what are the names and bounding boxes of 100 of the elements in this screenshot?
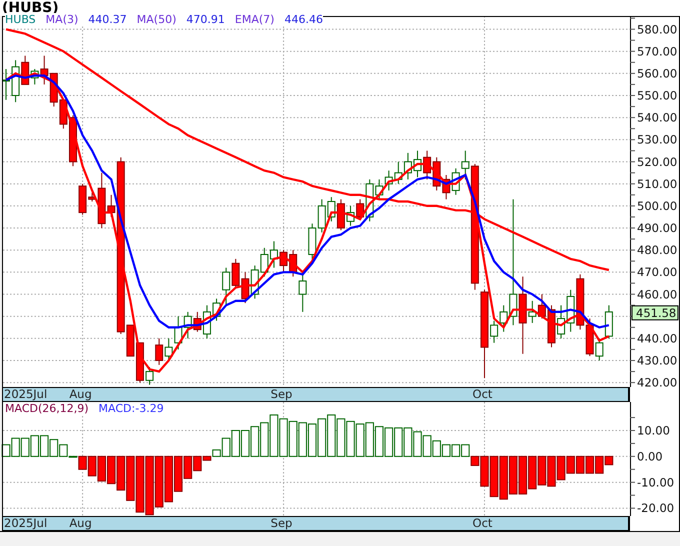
histogram-bar	[384, 427, 394, 457]
histogram-bar	[40, 435, 49, 457]
candlestick	[318, 198, 326, 233]
candlestick	[250, 265, 259, 300]
axis-label: 570.00	[637, 44, 678, 58]
candlestick	[260, 247, 268, 278]
legend-label: MACD(26,12,9)	[5, 402, 89, 415]
histogram-bar	[452, 444, 460, 457]
histogram-bar	[327, 414, 336, 457]
axis-label: 480.00	[637, 243, 678, 258]
histogram-bar	[404, 427, 412, 457]
histogram-bar	[20, 438, 30, 457]
candlestick	[404, 152, 412, 180]
candlestick	[308, 223, 316, 260]
legend-value: 440.37	[88, 13, 127, 26]
axis-label: 580.00	[637, 22, 678, 36]
histogram-bar	[260, 422, 269, 457]
histogram-bar	[164, 456, 173, 502]
axis-label: 540.00	[637, 110, 678, 125]
histogram-bar	[556, 456, 566, 480]
candlestick	[394, 161, 402, 184]
axis-label: -20.00	[637, 501, 674, 516]
axis-label: 520.00	[637, 154, 678, 169]
date-label: 2025Jul	[4, 388, 48, 401]
histogram-bar	[576, 456, 584, 474]
candlestick	[557, 304, 566, 339]
date-label: Sep	[270, 517, 292, 530]
date-label: Sep	[270, 388, 292, 401]
axis-label: 530.00	[637, 132, 678, 147]
histogram-bar	[240, 430, 250, 457]
legend-value: 446.46	[284, 13, 323, 26]
candlestick	[384, 170, 393, 191]
candlestick	[270, 240, 278, 268]
candlestick	[346, 205, 355, 226]
histogram-bar	[106, 456, 116, 484]
histogram-bar	[270, 414, 278, 457]
histogram-bar	[547, 456, 556, 487]
date-label: Aug	[69, 517, 92, 530]
histogram-bar	[136, 456, 144, 513]
candlestick	[327, 196, 336, 222]
histogram-bar	[518, 456, 528, 494]
date-label: Aug	[69, 388, 92, 401]
candlestick	[423, 150, 432, 180]
histogram-bar	[566, 456, 575, 474]
histogram-bar	[288, 420, 298, 457]
legend-label: MACD:-3.29	[98, 402, 164, 415]
legend-value: 470.91	[186, 13, 225, 26]
histogram-bar	[432, 440, 441, 457]
histogram-bar	[154, 456, 164, 508]
legend-label: EMA(7)	[234, 13, 274, 26]
histogram-bar	[356, 424, 364, 457]
legend-label: MA(50)	[136, 13, 176, 26]
histogram-bar	[394, 427, 403, 457]
candlestick	[336, 198, 345, 231]
candlestick	[232, 258, 240, 288]
axis-label: 0.00	[637, 449, 663, 464]
candlestick	[241, 272, 250, 304]
histogram-bar	[318, 418, 326, 457]
candlestick	[442, 174, 450, 200]
histogram-bar	[442, 444, 451, 457]
axis-label: 550.00	[637, 88, 678, 102]
candlestick	[184, 311, 192, 339]
axis-label: 430.00	[637, 354, 678, 368]
histogram-bar	[308, 424, 317, 457]
histogram-bar	[279, 418, 288, 457]
axis-label: 560.00	[637, 66, 678, 80]
histogram-bar	[461, 444, 470, 457]
legend-label: MA(3)	[46, 13, 78, 26]
axis-label: 440.00	[637, 331, 678, 346]
histogram-bar	[422, 435, 432, 457]
chart-title: (HUBS)	[0, 0, 680, 16]
axis-label: -10.00	[637, 475, 674, 490]
histogram-bar	[50, 439, 58, 457]
legend-label: HUBS	[5, 13, 36, 26]
axis-label: 510.00	[637, 176, 678, 191]
date-label: Oct	[472, 517, 492, 530]
histogram-bar	[413, 431, 422, 457]
histogram-bar	[585, 456, 594, 474]
histogram-bar	[336, 418, 346, 457]
axis-label: 420.00	[637, 376, 678, 387]
histogram-bar	[374, 426, 384, 457]
date-label: 2025Jul	[4, 517, 48, 530]
candlestick	[432, 156, 441, 191]
candlestick	[538, 294, 546, 320]
histogram-bar	[231, 430, 240, 457]
histogram-bar	[97, 456, 106, 482]
candlestick	[452, 168, 460, 196]
candlestick	[566, 289, 575, 332]
date-label: Oct	[472, 388, 492, 401]
axis-label: 500.00	[637, 198, 678, 213]
histogram-bar	[116, 456, 126, 491]
histogram-bar	[528, 456, 537, 490]
histogram-bar	[145, 456, 154, 516]
histogram-bar	[126, 456, 135, 501]
axis-label: 10.00	[637, 424, 670, 438]
axis-label: 470.00	[637, 265, 678, 280]
histogram-bar	[499, 456, 508, 500]
axis-label: 490.00	[637, 221, 678, 235]
histogram-bar	[250, 426, 260, 457]
candlestick	[490, 320, 498, 344]
